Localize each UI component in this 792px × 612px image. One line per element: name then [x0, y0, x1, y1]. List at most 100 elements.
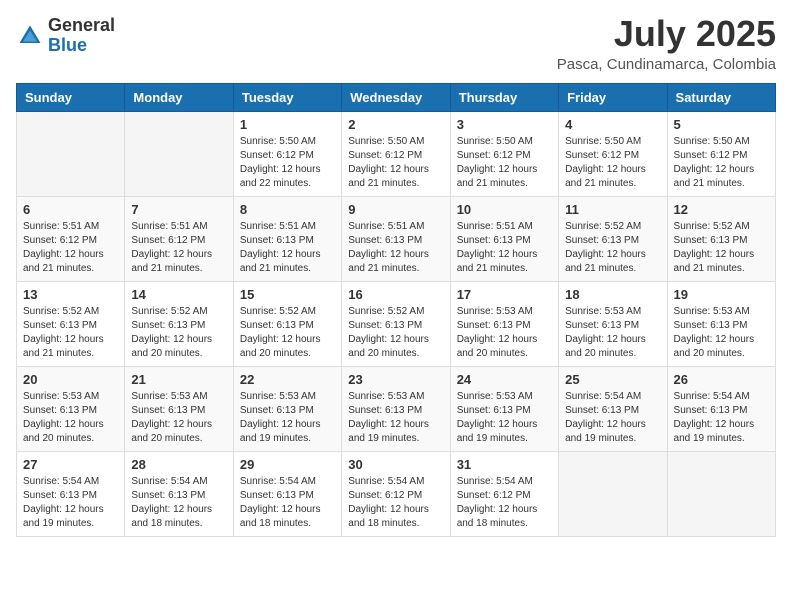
day-cell: 25 Sunrise: 5:54 AMSunset: 6:13 PMDayligh…	[559, 367, 667, 452]
day-number: 28	[131, 457, 226, 472]
logo-icon	[16, 22, 44, 50]
day-info: Sunrise: 5:54 AMSunset: 6:13 PMDaylight:…	[23, 475, 118, 531]
day-cell: 31Sunrise: 5:54 AMSunset: 6:12 PMDayligh…	[450, 452, 558, 537]
day-info: Sunrise: 5:52 AMSunset: 6:13 PMDaylight:…	[23, 305, 118, 361]
day-info: Sunrise: 5:51 AMSunset: 6:12 PMDaylight:…	[131, 220, 226, 276]
day-info: Sunrise: 5:52 AMSunset: 6:13 PMDaylight:…	[131, 305, 226, 361]
day-cell: 17 Sunrise: 5:53 AMSunset: 6:13 PMDayligh…	[450, 282, 558, 367]
day-info: Sunrise: 5:53 AMSunset: 6:13 PMDaylight:…	[348, 390, 443, 446]
day-number: 30	[348, 457, 443, 472]
day-info: Sunrise: 5:54 AMSunset: 6:13 PMDaylight:…	[565, 390, 660, 446]
day-cell: 8Sunrise: 5:51 AMSunset: 6:13 PMDaylight…	[233, 197, 341, 282]
logo-blue: Blue	[48, 36, 115, 56]
day-number: 14	[131, 287, 226, 302]
day-number: 7	[131, 202, 226, 217]
day-cell: 7 Sunrise: 5:51 AMSunset: 6:12 PMDaylight…	[125, 197, 233, 282]
day-number: 25	[565, 372, 660, 387]
day-cell: 2Sunrise: 5:50 AMSunset: 6:12 PMDaylight…	[342, 112, 450, 197]
week-row-5: 27 Sunrise: 5:54 AMSunset: 6:13 PMDayligh…	[17, 452, 776, 537]
logo: General Blue	[16, 16, 115, 56]
day-info: Sunrise: 5:53 AMSunset: 6:13 PMDaylight:…	[674, 305, 769, 361]
weekday-header-wednesday: Wednesday	[342, 84, 450, 112]
day-info: Sunrise: 5:52 AMSunset: 6:13 PMDaylight:…	[240, 305, 335, 361]
day-number: 3	[457, 117, 552, 132]
day-info: Sunrise: 5:53 AMSunset: 6:13 PMDaylight:…	[457, 390, 552, 446]
day-number: 15	[240, 287, 335, 302]
day-info: Sunrise: 5:52 AMSunset: 6:13 PMDaylight:…	[348, 305, 443, 361]
day-number: 29	[240, 457, 335, 472]
day-number: 6	[23, 202, 118, 217]
logo-text: General Blue	[48, 16, 115, 56]
title-section: July 2025 Pasca, Cundinamarca, Colombia	[557, 16, 776, 73]
day-cell: 11Sunrise: 5:52 AMSunset: 6:13 PMDayligh…	[559, 197, 667, 282]
day-cell: 29 Sunrise: 5:54 AMSunset: 6:13 PMDayligh…	[233, 452, 341, 537]
day-cell: 1Sunrise: 5:50 AMSunset: 6:12 PMDaylight…	[233, 112, 341, 197]
weekday-header-thursday: Thursday	[450, 84, 558, 112]
day-cell: 23 Sunrise: 5:53 AMSunset: 6:13 PMDayligh…	[342, 367, 450, 452]
day-info: Sunrise: 5:50 AMSunset: 6:12 PMDaylight:…	[240, 135, 335, 191]
logo-general: General	[48, 16, 115, 36]
day-cell: 5 Sunrise: 5:50 AMSunset: 6:12 PMDaylight…	[667, 112, 775, 197]
week-row-4: 20 Sunrise: 5:53 AMSunset: 6:13 PMDayligh…	[17, 367, 776, 452]
day-number: 23	[348, 372, 443, 387]
day-info: Sunrise: 5:54 AMSunset: 6:13 PMDaylight:…	[240, 475, 335, 531]
day-info: Sunrise: 5:50 AMSunset: 6:12 PMDaylight:…	[457, 135, 552, 191]
calendar: SundayMondayTuesdayWednesdayThursdayFrid…	[16, 83, 776, 537]
day-number: 24	[457, 372, 552, 387]
day-number: 12	[674, 202, 769, 217]
day-cell	[559, 452, 667, 537]
day-cell: 13 Sunrise: 5:52 AMSunset: 6:13 PMDayligh…	[17, 282, 125, 367]
day-info: Sunrise: 5:54 AMSunset: 6:13 PMDaylight:…	[674, 390, 769, 446]
month-title: July 2025	[557, 16, 776, 52]
day-number: 19	[674, 287, 769, 302]
day-info: Sunrise: 5:54 AMSunset: 6:13 PMDaylight:…	[131, 475, 226, 531]
day-info: Sunrise: 5:50 AMSunset: 6:12 PMDaylight:…	[674, 135, 769, 191]
day-cell: 27 Sunrise: 5:54 AMSunset: 6:13 PMDayligh…	[17, 452, 125, 537]
weekday-header-monday: Monday	[125, 84, 233, 112]
day-cell: 9 Sunrise: 5:51 AMSunset: 6:13 PMDaylight…	[342, 197, 450, 282]
day-number: 11	[565, 202, 660, 217]
day-cell: 6 Sunrise: 5:51 AMSunset: 6:12 PMDaylight…	[17, 197, 125, 282]
day-cell: 14 Sunrise: 5:52 AMSunset: 6:13 PMDayligh…	[125, 282, 233, 367]
day-number: 20	[23, 372, 118, 387]
day-info: Sunrise: 5:51 AMSunset: 6:13 PMDaylight:…	[240, 220, 335, 276]
day-number: 27	[23, 457, 118, 472]
day-info: Sunrise: 5:53 AMSunset: 6:13 PMDaylight:…	[457, 305, 552, 361]
weekday-header-tuesday: Tuesday	[233, 84, 341, 112]
day-number: 13	[23, 287, 118, 302]
day-number: 9	[348, 202, 443, 217]
day-cell: 28 Sunrise: 5:54 AMSunset: 6:13 PMDayligh…	[125, 452, 233, 537]
day-cell: 20 Sunrise: 5:53 AMSunset: 6:13 PMDayligh…	[17, 367, 125, 452]
day-number: 17	[457, 287, 552, 302]
day-cell: 4 Sunrise: 5:50 AMSunset: 6:12 PMDaylight…	[559, 112, 667, 197]
day-cell: 19 Sunrise: 5:53 AMSunset: 6:13 PMDayligh…	[667, 282, 775, 367]
day-number: 4	[565, 117, 660, 132]
page-header: General Blue July 2025 Pasca, Cundinamar…	[16, 16, 776, 73]
day-number: 5	[674, 117, 769, 132]
day-info: Sunrise: 5:53 AMSunset: 6:13 PMDaylight:…	[131, 390, 226, 446]
day-info: Sunrise: 5:53 AMSunset: 6:13 PMDaylight:…	[565, 305, 660, 361]
weekday-header-sunday: Sunday	[17, 84, 125, 112]
day-info: Sunrise: 5:51 AMSunset: 6:13 PMDaylight:…	[348, 220, 443, 276]
day-info: Sunrise: 5:50 AMSunset: 6:12 PMDaylight:…	[565, 135, 660, 191]
day-cell: 18Sunrise: 5:53 AMSunset: 6:13 PMDayligh…	[559, 282, 667, 367]
weekday-header-saturday: Saturday	[667, 84, 775, 112]
day-cell: 12 Sunrise: 5:52 AMSunset: 6:13 PMDayligh…	[667, 197, 775, 282]
day-cell	[17, 112, 125, 197]
day-cell	[667, 452, 775, 537]
day-cell: 16 Sunrise: 5:52 AMSunset: 6:13 PMDayligh…	[342, 282, 450, 367]
day-info: Sunrise: 5:52 AMSunset: 6:13 PMDaylight:…	[674, 220, 769, 276]
day-cell: 21Sunrise: 5:53 AMSunset: 6:13 PMDayligh…	[125, 367, 233, 452]
day-cell: 30Sunrise: 5:54 AMSunset: 6:12 PMDayligh…	[342, 452, 450, 537]
week-row-2: 6 Sunrise: 5:51 AMSunset: 6:12 PMDaylight…	[17, 197, 776, 282]
day-number: 16	[348, 287, 443, 302]
day-cell: 3 Sunrise: 5:50 AMSunset: 6:12 PMDaylight…	[450, 112, 558, 197]
weekday-header-row: SundayMondayTuesdayWednesdayThursdayFrid…	[17, 84, 776, 112]
day-number: 10	[457, 202, 552, 217]
day-number: 2	[348, 117, 443, 132]
day-info: Sunrise: 5:51 AMSunset: 6:12 PMDaylight:…	[23, 220, 118, 276]
day-cell: 22Sunrise: 5:53 AMSunset: 6:13 PMDayligh…	[233, 367, 341, 452]
week-row-3: 13 Sunrise: 5:52 AMSunset: 6:13 PMDayligh…	[17, 282, 776, 367]
day-cell: 10Sunrise: 5:51 AMSunset: 6:13 PMDayligh…	[450, 197, 558, 282]
day-info: Sunrise: 5:53 AMSunset: 6:13 PMDaylight:…	[23, 390, 118, 446]
